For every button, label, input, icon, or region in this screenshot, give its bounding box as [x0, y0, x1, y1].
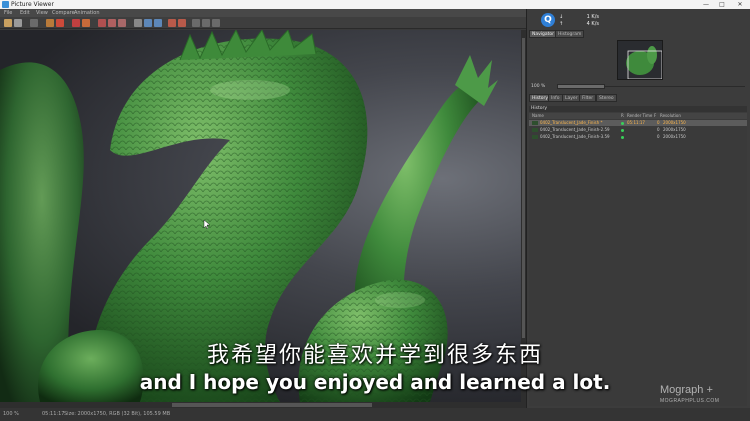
toolbar	[0, 17, 526, 29]
navigator-preview	[618, 41, 662, 79]
status-bar: 100 % 05:11:17 Size: 2000x1750, RGB (32 …	[0, 408, 750, 421]
status-ok-icon	[621, 135, 624, 139]
anim-play-icon[interactable]	[178, 19, 186, 27]
tab-histogram[interactable]: Histogram	[555, 30, 585, 38]
channel-red-icon[interactable]	[72, 19, 80, 27]
status-time: 05:11:17	[42, 411, 65, 417]
layout-split-icon[interactable]	[154, 19, 162, 27]
subtitle-chinese: 我希望你能喜欢并学到很多东西	[206, 343, 543, 368]
navigator-zoom: 100 %	[529, 83, 747, 90]
history-heading: History	[529, 106, 747, 112]
navigator-zoom-value[interactable]: 100 %	[531, 83, 545, 90]
status-zoom[interactable]: 100 %	[3, 408, 19, 421]
row-thumbnail	[532, 121, 538, 125]
compare-b-icon[interactable]	[108, 19, 116, 27]
stop-icon[interactable]	[56, 19, 64, 27]
subtitle-english: and I hope you enjoyed and learned a lot…	[139, 370, 611, 394]
menu-view[interactable]: View	[36, 9, 48, 17]
history-row[interactable]: 0402_Translucent_Jade_Finish-3.59 0 2000…	[529, 134, 747, 140]
menu-file[interactable]: File	[4, 9, 12, 17]
snapshot-icon[interactable]	[134, 19, 142, 27]
history-row[interactable]: 0402_Translucent_Jade_Finish * 05:11:17 …	[529, 120, 747, 126]
watermark-url: MOGRAPHPLUS.COM	[660, 398, 720, 404]
save-icon[interactable]	[14, 19, 22, 27]
channel-alpha-icon[interactable]	[82, 19, 90, 27]
download-speed: ↓ 1 K/s	[559, 14, 599, 20]
menu-bar: File Edit View Compare Animation	[0, 9, 526, 17]
tab-layer[interactable]: Layer	[562, 94, 581, 102]
list-icon[interactable]	[202, 19, 210, 27]
layout-single-icon[interactable]	[144, 19, 152, 27]
minimize-button[interactable]: —	[700, 0, 712, 9]
status-ok-icon	[621, 128, 624, 132]
app-icon	[2, 1, 9, 8]
fullscreen-icon[interactable]	[30, 19, 38, 27]
tab-filter[interactable]: Filter	[579, 94, 597, 102]
row-thumbnail	[532, 135, 538, 139]
compare-a-icon[interactable]	[98, 19, 106, 27]
status-info: Size: 2000x1750, RGB (32 Bit), 105.59 MB	[64, 411, 171, 417]
network-speed-widget: Q ↓ 1 K/s ↑ 4 K/s	[541, 11, 599, 29]
close-button[interactable]: ✕	[734, 0, 746, 9]
open-icon[interactable]	[4, 19, 12, 27]
tab-navigator[interactable]: Navigator	[529, 30, 558, 38]
speed-logo-icon: Q	[541, 13, 555, 27]
anim-first-icon[interactable]	[168, 19, 176, 27]
status-ok-icon	[621, 121, 624, 125]
menu-compare[interactable]: Compare	[52, 9, 75, 17]
compare-swap-icon[interactable]	[118, 19, 126, 27]
settings-icon[interactable]	[212, 19, 220, 27]
title-bar: Picture Viewer — □ ✕	[0, 0, 750, 9]
row-thumbnail	[532, 128, 538, 132]
window-title: Picture Viewer	[11, 1, 54, 8]
grid-icon[interactable]	[192, 19, 200, 27]
history-row[interactable]: 0402_Translucent_Jade_Finish-2.59 0 2000…	[529, 127, 747, 133]
render-icon[interactable]	[46, 19, 54, 27]
watermark-brand: Mograph +	[660, 384, 713, 396]
maximize-button[interactable]: □	[716, 0, 728, 9]
navigator-zoom-slider[interactable]	[557, 84, 605, 89]
menu-edit[interactable]: Edit	[20, 9, 30, 17]
menu-animation[interactable]: Animation	[74, 9, 100, 17]
tab-info[interactable]: Info	[548, 94, 563, 102]
tab-stereo[interactable]: Stereo	[596, 94, 617, 102]
upload-speed: ↑ 4 K/s	[559, 21, 599, 27]
navigator-thumbnail[interactable]	[617, 40, 663, 80]
